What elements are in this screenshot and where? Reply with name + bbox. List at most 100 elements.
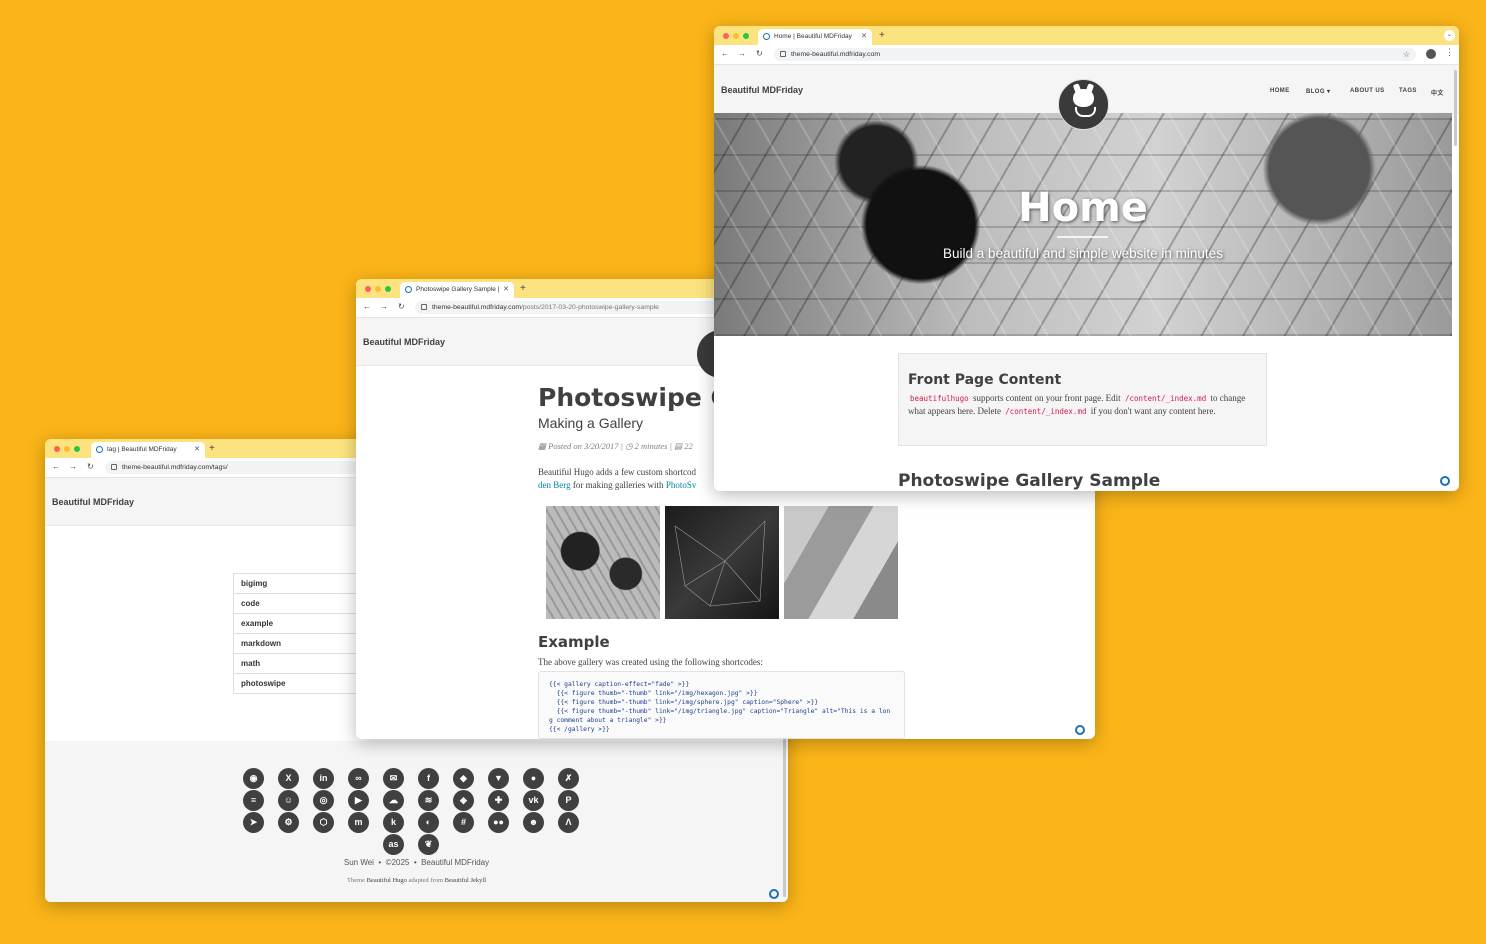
scrollbar[interactable] [783,739,786,897]
url-text: theme-beautiful.mdfriday.com/tags/ [122,464,228,471]
post-meta: ▦ Posted on 3/20/2017 | ◷ 2 minutes | ▤ … [538,441,693,452]
site-info-icon[interactable] [111,464,117,470]
soundcloud-icon[interactable]: ☁ [383,790,404,811]
nav-blog[interactable]: BLOG ▾ [1306,88,1330,95]
nav-tags[interactable]: TAGS [1399,88,1417,94]
discord-icon[interactable]: ☻ [523,812,544,833]
slack-icon[interactable]: # [453,812,474,833]
bookmark-star-icon[interactable]: ☆ [1403,48,1410,61]
facebook-icon[interactable]: f [418,768,439,789]
new-tab-button[interactable]: + [520,282,526,296]
nav-language[interactable]: 中文 [1431,88,1444,97]
gallery-thumb-sphere[interactable] [665,506,779,619]
code-line: {{< figure thumb="-thumb" link="/img/hex… [549,690,758,697]
stackoverflow-icon[interactable]: ≡ [243,790,264,811]
photoswipe-link[interactable]: PhotoSv [666,480,697,490]
bluesky-icon[interactable]: ❦ [418,834,439,855]
site-info-icon[interactable] [780,51,786,57]
email-icon[interactable]: ✉ [383,768,404,789]
window-controls[interactable] [54,446,80,452]
footer-separator: • [378,858,382,867]
forward-icon[interactable]: → [380,301,388,313]
lastfm-icon[interactable]: as [383,834,404,855]
mdfriday-logo-icon[interactable] [769,889,779,899]
author-link[interactable]: den Berg [538,480,571,490]
browser-tab[interactable]: Home | Beautiful MDFriday ✕ [758,29,872,45]
back-icon[interactable]: ← [52,461,60,473]
steam-icon[interactable]: ⚙ [278,812,299,833]
window-controls[interactable] [723,33,749,39]
post-preview-title[interactable]: Photoswipe Gallery Sample [898,471,1160,491]
origin-link[interactable]: Beautiful Jekyll [445,877,486,884]
youtube-icon[interactable]: ▶ [348,790,369,811]
section-text: The above gallery was created using the … [538,657,763,667]
back-icon[interactable]: ← [721,48,729,60]
vk-icon[interactable]: vk [523,790,544,811]
avatar[interactable] [1058,79,1109,130]
spotify-icon[interactable]: ≋ [418,790,439,811]
post-date: Posted on 3/20/2017 | [548,441,623,451]
tab-search-icon[interactable]: ⌄ [1444,30,1455,41]
window-controls[interactable] [365,286,391,292]
site-brand[interactable]: Beautiful MDFriday [363,337,445,347]
reload-icon[interactable]: ↻ [87,461,94,473]
forward-icon[interactable]: → [738,48,746,60]
bitbucket-icon[interactable]: ▼ [488,768,509,789]
snapchat-icon[interactable]: ☺ [278,790,299,811]
site-brand[interactable]: Beautiful MDFriday [52,497,134,507]
gallery-thumb-hexagon[interactable] [546,506,660,619]
github-icon[interactable]: ◉ [243,768,264,789]
close-tab-icon[interactable]: ✕ [194,442,200,458]
gallery-thumb-triangle[interactable] [784,506,898,619]
telegram-icon[interactable]: ➤ [243,812,264,833]
forward-icon[interactable]: → [69,461,77,473]
fpc-title: Front Page Content [908,372,1062,388]
instagram-icon[interactable]: ◎ [313,790,334,811]
kaggle-icon[interactable]: k [383,812,404,833]
reload-icon[interactable]: ↻ [756,48,763,60]
reddit-icon[interactable]: ● [523,768,544,789]
link-icon[interactable]: ∞ [348,768,369,789]
linkedin-icon[interactable]: in [313,768,334,789]
browser-tab[interactable]: tag | Beautiful MDFriday ✕ [91,442,205,458]
new-tab-button[interactable]: + [209,442,215,456]
reload-icon[interactable]: ↻ [398,301,405,313]
scrollbar[interactable] [1454,70,1457,146]
compass-icon[interactable]: ◈ [453,790,474,811]
gamepad-icon[interactable]: ✚ [488,790,509,811]
site-info-icon[interactable] [421,304,427,310]
url-field[interactable]: theme-beautiful.mdfriday.com/tags/ [105,461,395,474]
gitlab-icon[interactable]: ◆ [453,768,474,789]
footer-separator: • [413,858,417,867]
medium-icon[interactable]: ●● [488,812,509,833]
x-icon[interactable]: X [278,768,299,789]
url-field[interactable]: theme-beautiful.mdfriday.com ☆ [774,48,1416,61]
mdfriday-logo-icon[interactable] [1440,476,1450,486]
xing-icon[interactable]: ✗ [558,768,579,789]
footer-author[interactable]: Sun Wei [344,858,374,867]
post-subtitle: Making a Gallery [538,415,644,431]
address-bar-row: ← → ↻ theme-beautiful.mdfriday.com ☆ ⋮ [714,45,1459,65]
mdfriday-logo-icon[interactable] [1075,725,1085,735]
close-tab-icon[interactable]: ✕ [861,29,867,45]
codepen-icon[interactable]: ⬡ [313,812,334,833]
nav-about-us[interactable]: ABOUT US [1350,88,1385,94]
nav-home[interactable]: HOME [1270,88,1290,94]
site-brand[interactable]: Beautiful MDFriday [721,85,803,95]
mastodon-icon[interactable]: m [348,812,369,833]
footer-site-link[interactable]: Beautiful MDFriday [421,858,489,867]
inline-code: /content/_index.md [1122,394,1209,403]
paypal-icon[interactable]: P [558,790,579,811]
browser-tab[interactable]: Photoswipe Gallery Sample | ✕ [400,282,514,298]
new-tab-button[interactable]: + [879,29,885,43]
theme-link[interactable]: Beautiful Hugo [367,877,407,884]
profile-avatar-icon[interactable] [1426,49,1436,59]
browser-menu-icon[interactable]: ⋮ [1445,47,1454,58]
weibo-icon[interactable]: ◐ [418,812,439,833]
reading-time: 2 minutes | [634,441,672,451]
strava-icon[interactable]: Λ [558,812,579,833]
sphere-lines [674,520,766,607]
close-tab-icon[interactable]: ✕ [503,282,509,298]
url-field[interactable]: theme-beautiful.mdfriday.com/posts/2017-… [415,301,745,314]
back-icon[interactable]: ← [363,301,371,313]
